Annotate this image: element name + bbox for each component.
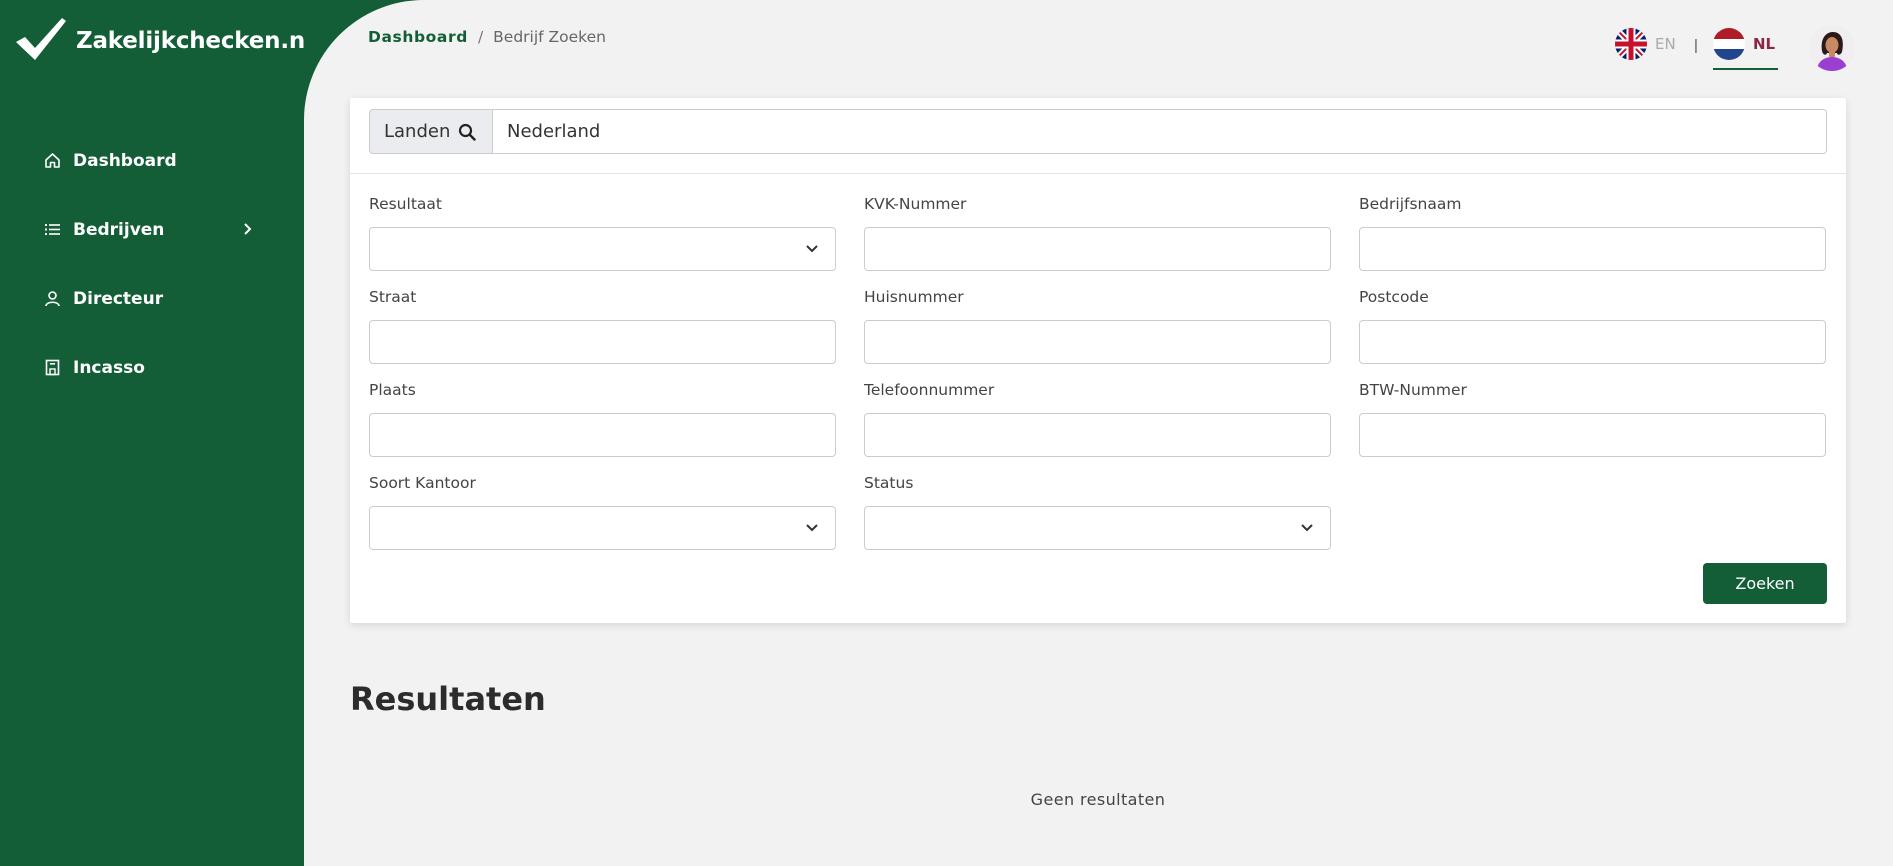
resultaat-select[interactable] <box>369 227 836 271</box>
home-icon <box>44 152 61 169</box>
field-btw-nummer: BTW-Nummer <box>1359 380 1826 457</box>
search-icon <box>459 123 477 141</box>
search-submit-button[interactable]: Zoeken <box>1703 563 1827 604</box>
field-huisnummer: Huisnummer <box>864 287 1331 364</box>
sidebar-item-directeur[interactable]: Directeur <box>0 264 304 333</box>
country-search-group: Landen Nederland <box>369 109 1827 154</box>
country-value: Nederland <box>507 121 601 142</box>
field-label: Bedrijfsnaam <box>1359 195 1462 213</box>
field-label: Resultaat <box>369 195 442 213</box>
user-icon <box>44 290 61 307</box>
sidebar-item-label: Directeur <box>73 288 164 309</box>
search-card: Landen Nederland Resultaat KVK-Nummer Be… <box>350 98 1846 623</box>
country-label: Landen <box>384 121 451 142</box>
field-label: Straat <box>369 288 417 306</box>
language-divider: | <box>1694 37 1698 54</box>
field-label: Telefoonnummer <box>864 381 995 399</box>
field-label: Plaats <box>369 381 416 399</box>
chevron-down-icon <box>806 524 818 532</box>
country-input[interactable]: Nederland <box>493 109 1827 154</box>
btw-nummer-input[interactable] <box>1359 413 1826 457</box>
field-label: KVK-Nummer <box>864 195 967 213</box>
sidebar-nav: Dashboard Bedrijven Directeur Incasso <box>0 126 304 402</box>
sidebar-item-bedrijven[interactable]: Bedrijven <box>0 195 304 264</box>
postcode-input[interactable] <box>1359 320 1826 364</box>
breadcrumb-home-link[interactable]: Dashboard <box>368 28 468 46</box>
language-nl-label: NL <box>1753 35 1776 53</box>
field-label: Status <box>864 474 914 492</box>
sidebar-item-label: Incasso <box>73 357 145 378</box>
active-language-indicator <box>1713 68 1778 70</box>
field-postcode: Postcode <box>1359 287 1826 364</box>
language-nl-button[interactable]: NL <box>1713 28 1775 60</box>
brand-name: Zakelijkchecken.nl <box>76 28 313 54</box>
huisnummer-input[interactable] <box>864 320 1331 364</box>
field-plaats: Plaats <box>369 380 836 457</box>
chevron-down-icon <box>806 245 818 253</box>
brand-logo[interactable]: Zakelijkchecken.nl <box>16 18 313 64</box>
bedrijfsnaam-input[interactable] <box>1359 227 1826 271</box>
language-en-button[interactable]: EN <box>1615 28 1676 60</box>
field-label: BTW-Nummer <box>1359 381 1467 399</box>
divider <box>350 173 1846 174</box>
uk-flag-icon <box>1615 28 1647 60</box>
sidebar: Zakelijkchecken.nl Dashboard Bedrijven D… <box>0 0 313 866</box>
nl-flag-icon <box>1713 28 1745 60</box>
sidebar-item-incasso[interactable]: Incasso <box>0 333 304 402</box>
straat-input[interactable] <box>369 320 836 364</box>
user-avatar[interactable] <box>1809 25 1855 71</box>
breadcrumb-separator: / <box>477 28 484 46</box>
sidebar-item-label: Bedrijven <box>73 219 165 240</box>
no-results-message: Geen resultaten <box>1030 790 1166 809</box>
language-en-label: EN <box>1655 35 1676 53</box>
field-kvk-nummer: KVK-Nummer <box>864 194 1331 271</box>
field-label: Huisnummer <box>864 288 964 306</box>
avatar-icon <box>1809 25 1855 71</box>
field-status: Status <box>864 473 1331 550</box>
field-telefoonnummer: Telefoonnummer <box>864 380 1331 457</box>
chevron-right-icon <box>244 223 252 235</box>
checkmark-logo-icon <box>16 18 66 60</box>
status-select[interactable] <box>864 506 1331 550</box>
field-straat: Straat <box>369 287 836 364</box>
chevron-down-icon <box>1301 524 1313 532</box>
kvk-nummer-input[interactable] <box>864 227 1331 271</box>
building-icon <box>44 359 61 376</box>
sidebar-item-label: Dashboard <box>73 150 177 171</box>
telefoonnummer-input[interactable] <box>864 413 1331 457</box>
list-icon <box>44 221 61 238</box>
breadcrumb-current: Bedrijf Zoeken <box>493 28 606 46</box>
breadcrumb: Dashboard / Bedrijf Zoeken <box>368 28 606 46</box>
field-label: Soort Kantoor <box>369 474 476 492</box>
field-resultaat: Resultaat <box>369 194 836 271</box>
country-selector[interactable]: Landen <box>369 109 493 154</box>
field-bedrijfsnaam: Bedrijfsnaam <box>1359 194 1826 271</box>
results-title: Resultaten <box>350 680 546 718</box>
soort-kantoor-select[interactable] <box>369 506 836 550</box>
plaats-input[interactable] <box>369 413 836 457</box>
sidebar-item-dashboard[interactable]: Dashboard <box>0 126 304 195</box>
field-label: Postcode <box>1359 288 1429 306</box>
field-soort-kantoor: Soort Kantoor <box>369 473 836 550</box>
